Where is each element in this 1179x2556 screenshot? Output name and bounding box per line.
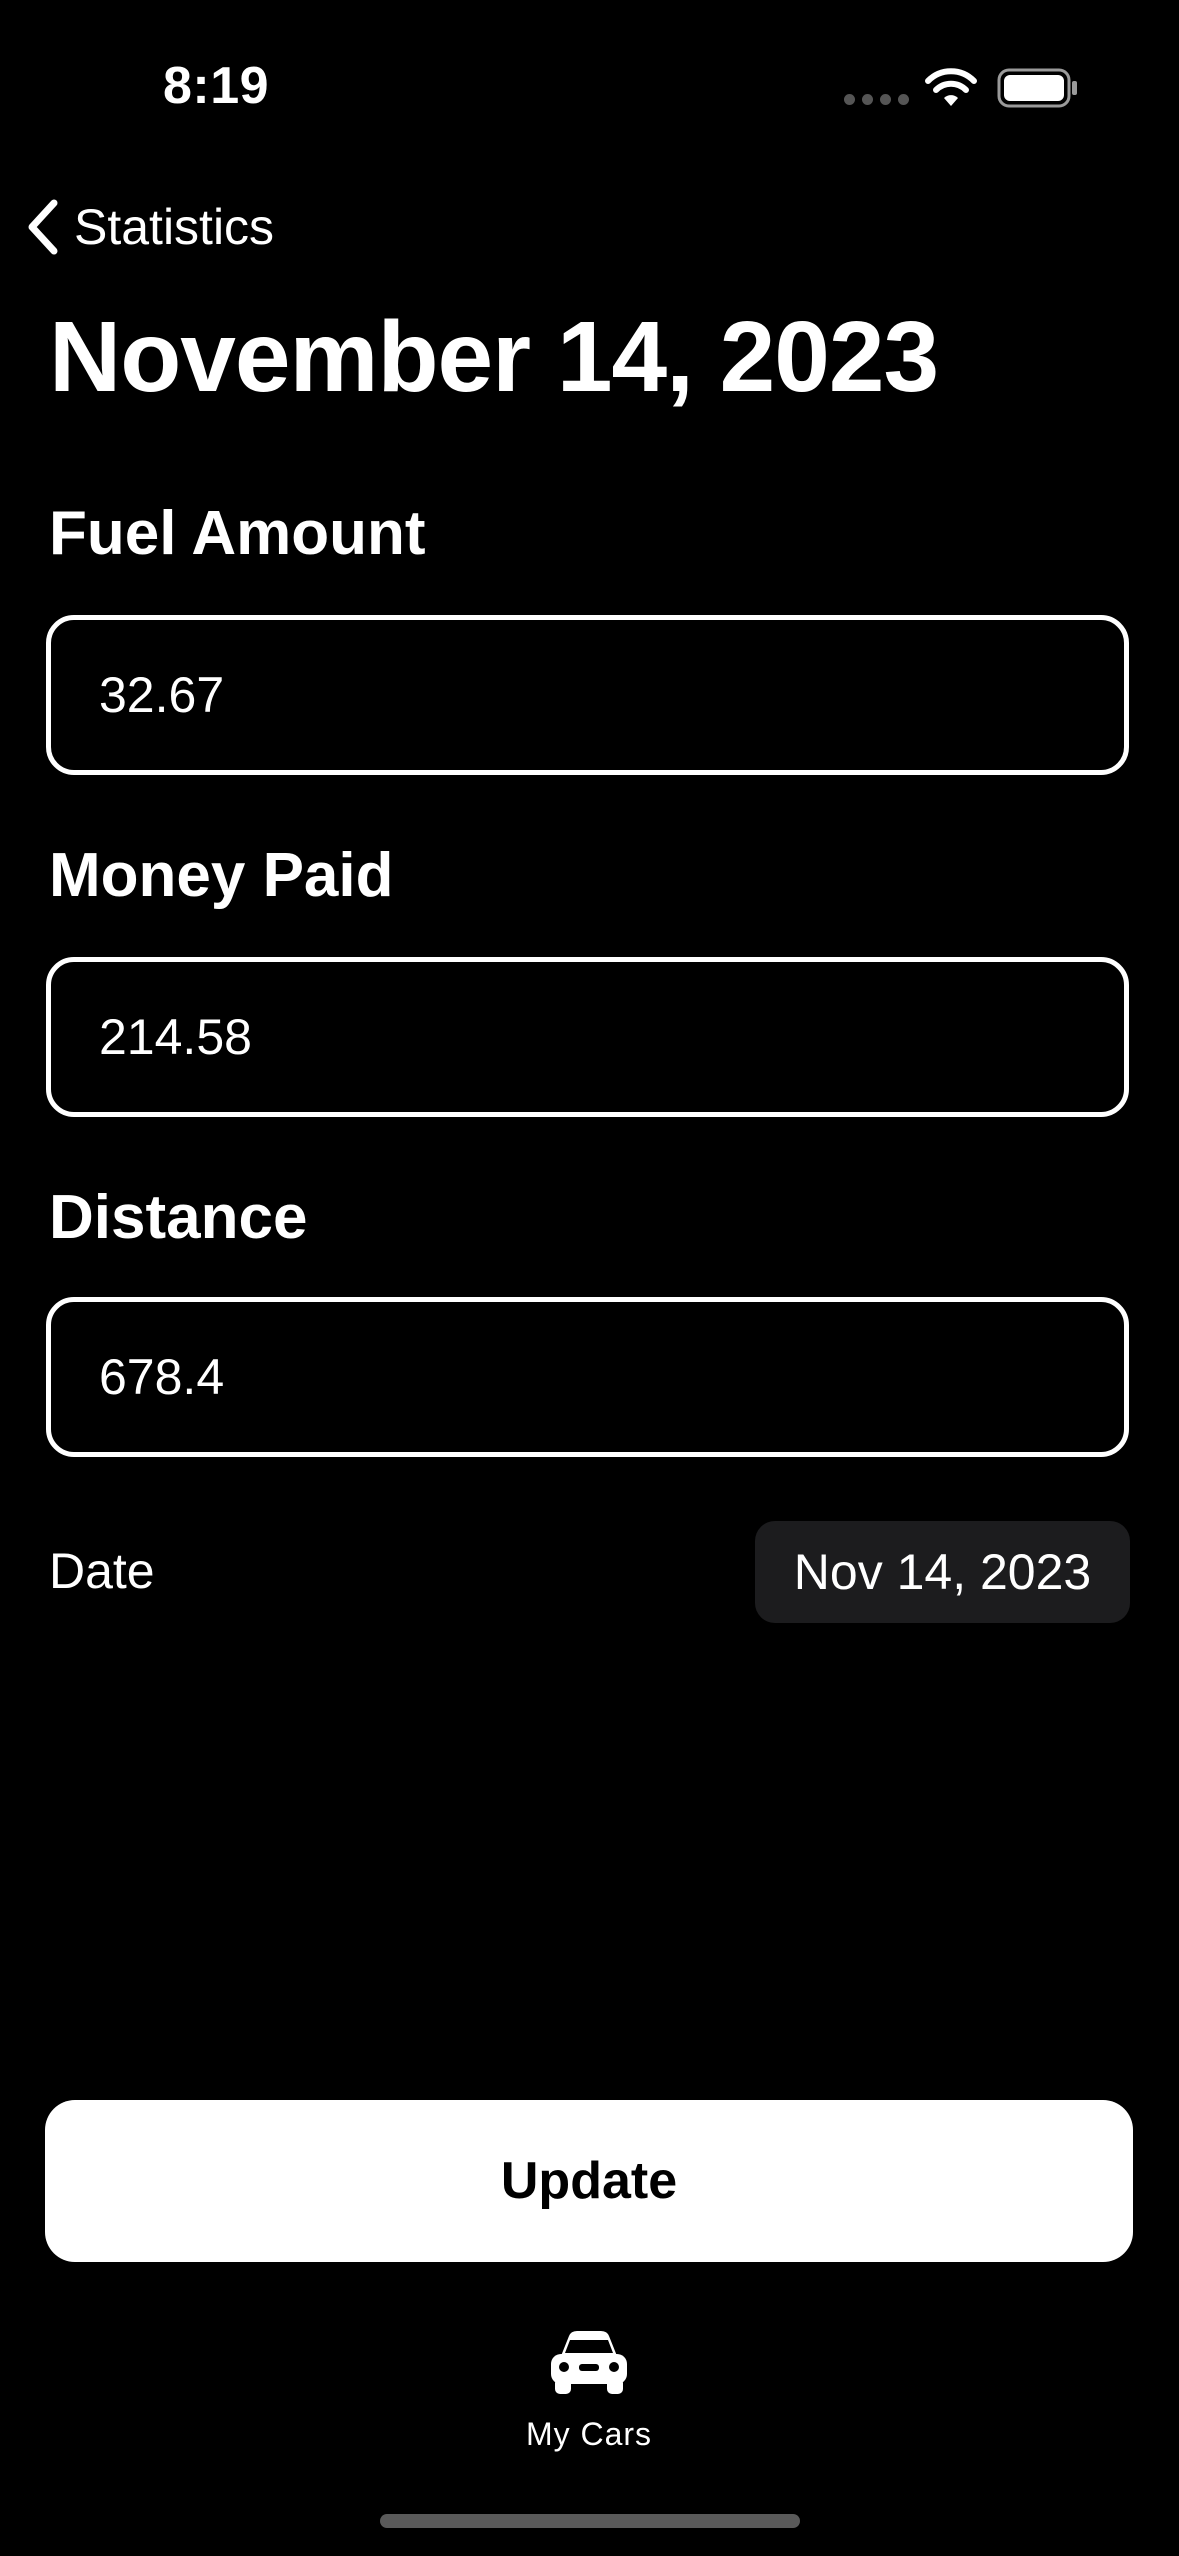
status-time: 8:19 bbox=[163, 57, 270, 115]
date-picker-button[interactable]: Nov 14, 2023 bbox=[755, 1521, 1130, 1623]
back-button[interactable]: Statistics bbox=[24, 192, 274, 262]
car-icon bbox=[551, 2331, 627, 2394]
cellular-signal-icon bbox=[844, 94, 909, 105]
distance-value: 678.4 bbox=[99, 1349, 225, 1405]
tab-my-cars-label: My Cars bbox=[525, 2416, 653, 2452]
update-button[interactable]: Update bbox=[45, 2100, 1133, 2262]
distance-label: Distance bbox=[49, 1183, 308, 1252]
battery-icon bbox=[997, 68, 1077, 108]
money-paid-field[interactable]: 214.58 bbox=[46, 957, 1129, 1117]
home-indicator bbox=[380, 2514, 800, 2528]
money-paid-label: Money Paid bbox=[49, 841, 394, 910]
page-title: November 14, 2023 bbox=[49, 301, 939, 413]
back-label: Statistics bbox=[74, 199, 275, 255]
distance-field[interactable]: 678.4 bbox=[46, 1297, 1129, 1457]
tab-my-cars[interactable]: My Cars bbox=[480, 2320, 698, 2460]
fuel-amount-field[interactable]: 32.67 bbox=[46, 615, 1129, 775]
fuel-amount-value: 32.67 bbox=[99, 667, 225, 723]
date-label: Date bbox=[49, 1543, 155, 1599]
fuel-amount-label: Fuel Amount bbox=[49, 499, 426, 568]
chevron-left-icon bbox=[28, 199, 58, 255]
money-paid-value: 214.58 bbox=[99, 1009, 252, 1065]
wifi-icon bbox=[925, 68, 977, 106]
